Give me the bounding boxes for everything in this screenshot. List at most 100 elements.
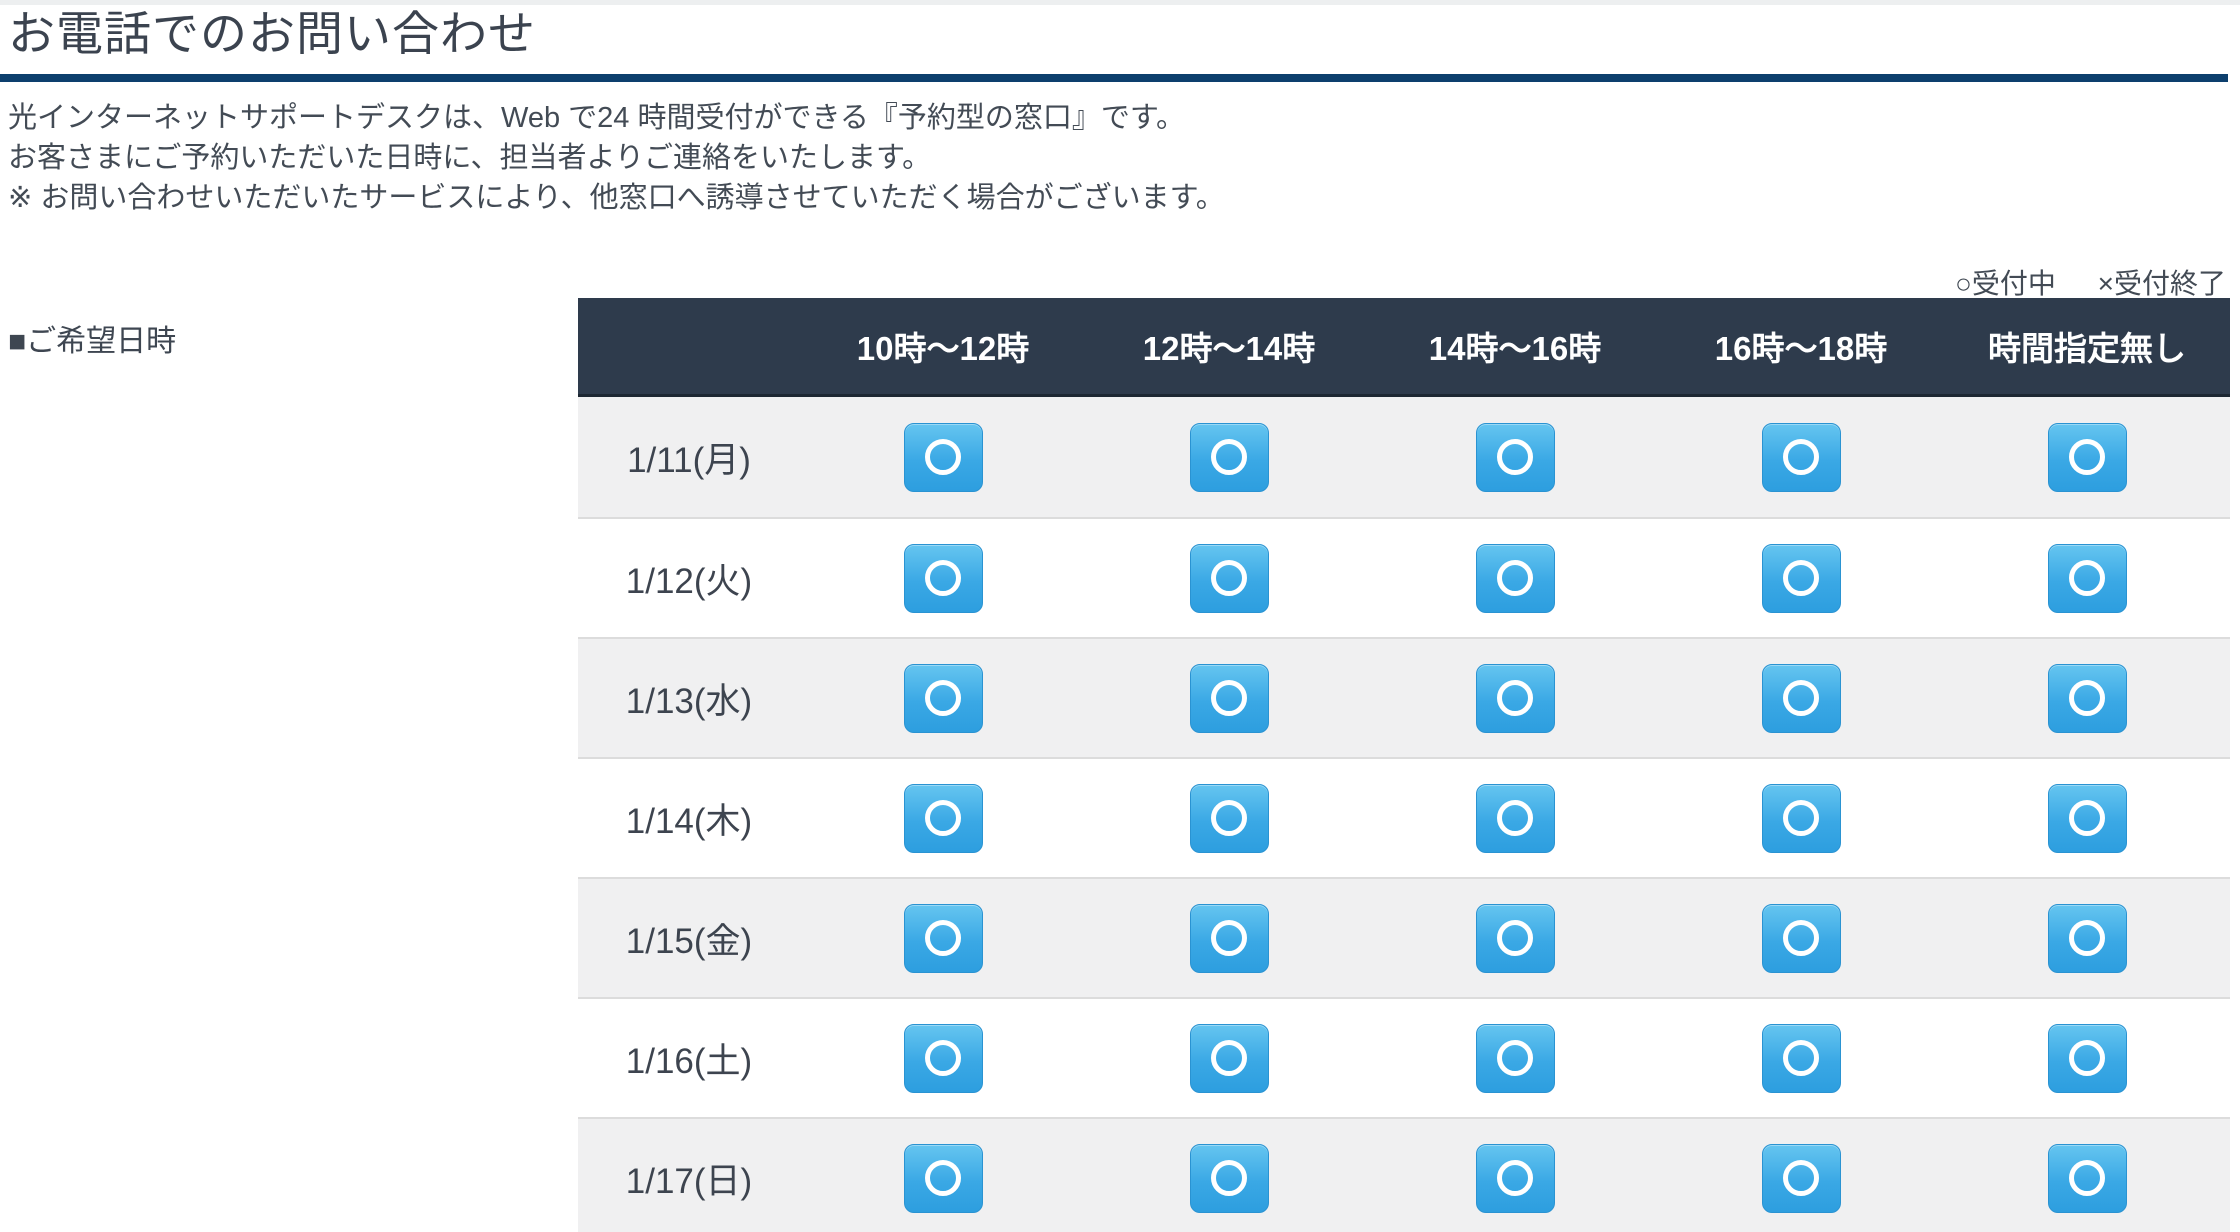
slot-button[interactable] [1189,663,1269,733]
slot-button[interactable] [1189,1143,1269,1213]
open-circle-icon [1783,920,1819,956]
open-circle-icon [1497,439,1533,475]
slot-cell [1086,759,1372,877]
slot-button[interactable] [903,1143,983,1213]
table-row: 1/15(金) [578,877,2230,997]
slot-button[interactable] [1189,1023,1269,1093]
time-column-header: 14時〜16時 [1428,330,1602,367]
slot-cell [800,999,1086,1117]
slot-cell [800,1119,1086,1232]
slot-cell [800,759,1086,877]
open-circle-icon [1211,560,1247,596]
slot-cell [1372,639,1658,757]
slot-cell [1086,519,1372,637]
intro-line-1: 光インターネットサポートデスクは、Web で24 時間受付ができる『予約型の窓口… [8,102,1185,134]
date-label: 1/13(水) [625,681,753,721]
open-circle-icon [1497,920,1533,956]
slot-button[interactable] [1475,1023,1555,1093]
page-title: お電話でのお問い合わせ [8,7,536,60]
slot-button[interactable] [1189,422,1269,492]
slot-cell [1658,397,1944,517]
open-circle-icon [1783,1160,1819,1196]
open-circle-icon [1211,920,1247,956]
open-circle-icon [1783,680,1819,716]
slot-button[interactable] [2047,543,2127,613]
slot-button[interactable] [903,783,983,853]
slot-button[interactable] [2047,422,2127,492]
slot-button[interactable] [2047,1023,2127,1093]
open-circle-icon [2069,560,2105,596]
open-circle-icon [2069,1040,2105,1076]
slot-cell [1086,397,1372,517]
slot-cell [1372,759,1658,877]
slot-button[interactable] [2047,1143,2127,1213]
slot-button[interactable] [1475,422,1555,492]
slot-button[interactable] [1475,663,1555,733]
top-strip [0,0,2240,5]
slot-button[interactable] [903,1023,983,1093]
date-label: 1/12(火) [625,561,753,601]
slot-button[interactable] [1761,663,1841,733]
open-circle-icon [1783,1040,1819,1076]
intro-text: 光インターネットサポートデスクは、Web で24 時間受付ができる『予約型の窓口… [8,98,1225,218]
slot-cell [1944,1119,2230,1232]
slot-button[interactable] [1761,543,1841,613]
slot-button[interactable] [1761,903,1841,973]
slot-cell [1086,999,1372,1117]
slot-cell [1658,639,1944,757]
slot-button[interactable] [2047,903,2127,973]
table-row: 1/11(月) [578,397,2230,517]
legend-closed-label: ×受付終了 [2097,268,2226,299]
schedule-table: 10時〜12時 12時〜14時 14時〜16時 16時〜18時 時間指定無し 1/11(… [578,298,2230,1232]
time-column-header: 10時〜12時 [856,330,1030,367]
slot-button[interactable] [1189,903,1269,973]
open-circle-icon [1497,1040,1533,1076]
slot-button[interactable] [2047,663,2127,733]
slot-button[interactable] [1761,783,1841,853]
slot-button[interactable] [1761,1143,1841,1213]
slot-button[interactable] [903,543,983,613]
table-row: 1/13(水) [578,637,2230,757]
date-label: 1/14(木) [625,801,753,841]
slot-button[interactable] [1761,422,1841,492]
intro-line-3: ※ お問い合わせいただいたサービスにより、他窓口へ誘導させていただく場合がござい… [8,182,1225,214]
slot-button[interactable] [1475,783,1555,853]
open-circle-icon [925,1160,961,1196]
time-column-header: 12時〜14時 [1142,330,1316,367]
open-circle-icon [2069,439,2105,475]
slot-button[interactable] [1761,1023,1841,1093]
open-circle-icon [1211,680,1247,716]
date-label: 1/11(月) [627,440,751,480]
slot-cell [1658,879,1944,997]
open-circle-icon [925,680,961,716]
slot-cell [1658,759,1944,877]
slot-cell [1372,879,1658,997]
table-row: 1/14(木) [578,757,2230,877]
slot-button[interactable] [1475,1143,1555,1213]
slot-button[interactable] [903,663,983,733]
slot-cell [800,879,1086,997]
slot-button[interactable] [2047,783,2127,853]
slot-button[interactable] [1189,783,1269,853]
slot-button[interactable] [1475,903,1555,973]
open-circle-icon [1211,439,1247,475]
slot-cell [1086,1119,1372,1232]
legend-accepting-label: ○受付中 [1954,268,2056,299]
slot-button[interactable] [1189,543,1269,613]
slot-button[interactable] [1475,543,1555,613]
slot-cell [1944,639,2230,757]
table-row: 1/16(土) [578,997,2230,1117]
slot-button[interactable] [903,903,983,973]
table-row: 1/17(日) [578,1117,2230,1232]
open-circle-icon [2069,920,2105,956]
slot-cell [1372,1119,1658,1232]
open-circle-icon [1497,1160,1533,1196]
slot-cell [800,519,1086,637]
title-underline [0,74,2228,82]
open-circle-icon [2069,800,2105,836]
open-circle-icon [1783,560,1819,596]
slot-cell [1086,879,1372,997]
phone-inquiry-page: お電話でのお問い合わせ 光インターネットサポートデスクは、Web で24 時間受… [0,0,2240,1232]
date-label: 1/17(日) [625,1161,753,1201]
slot-button[interactable] [903,422,983,492]
